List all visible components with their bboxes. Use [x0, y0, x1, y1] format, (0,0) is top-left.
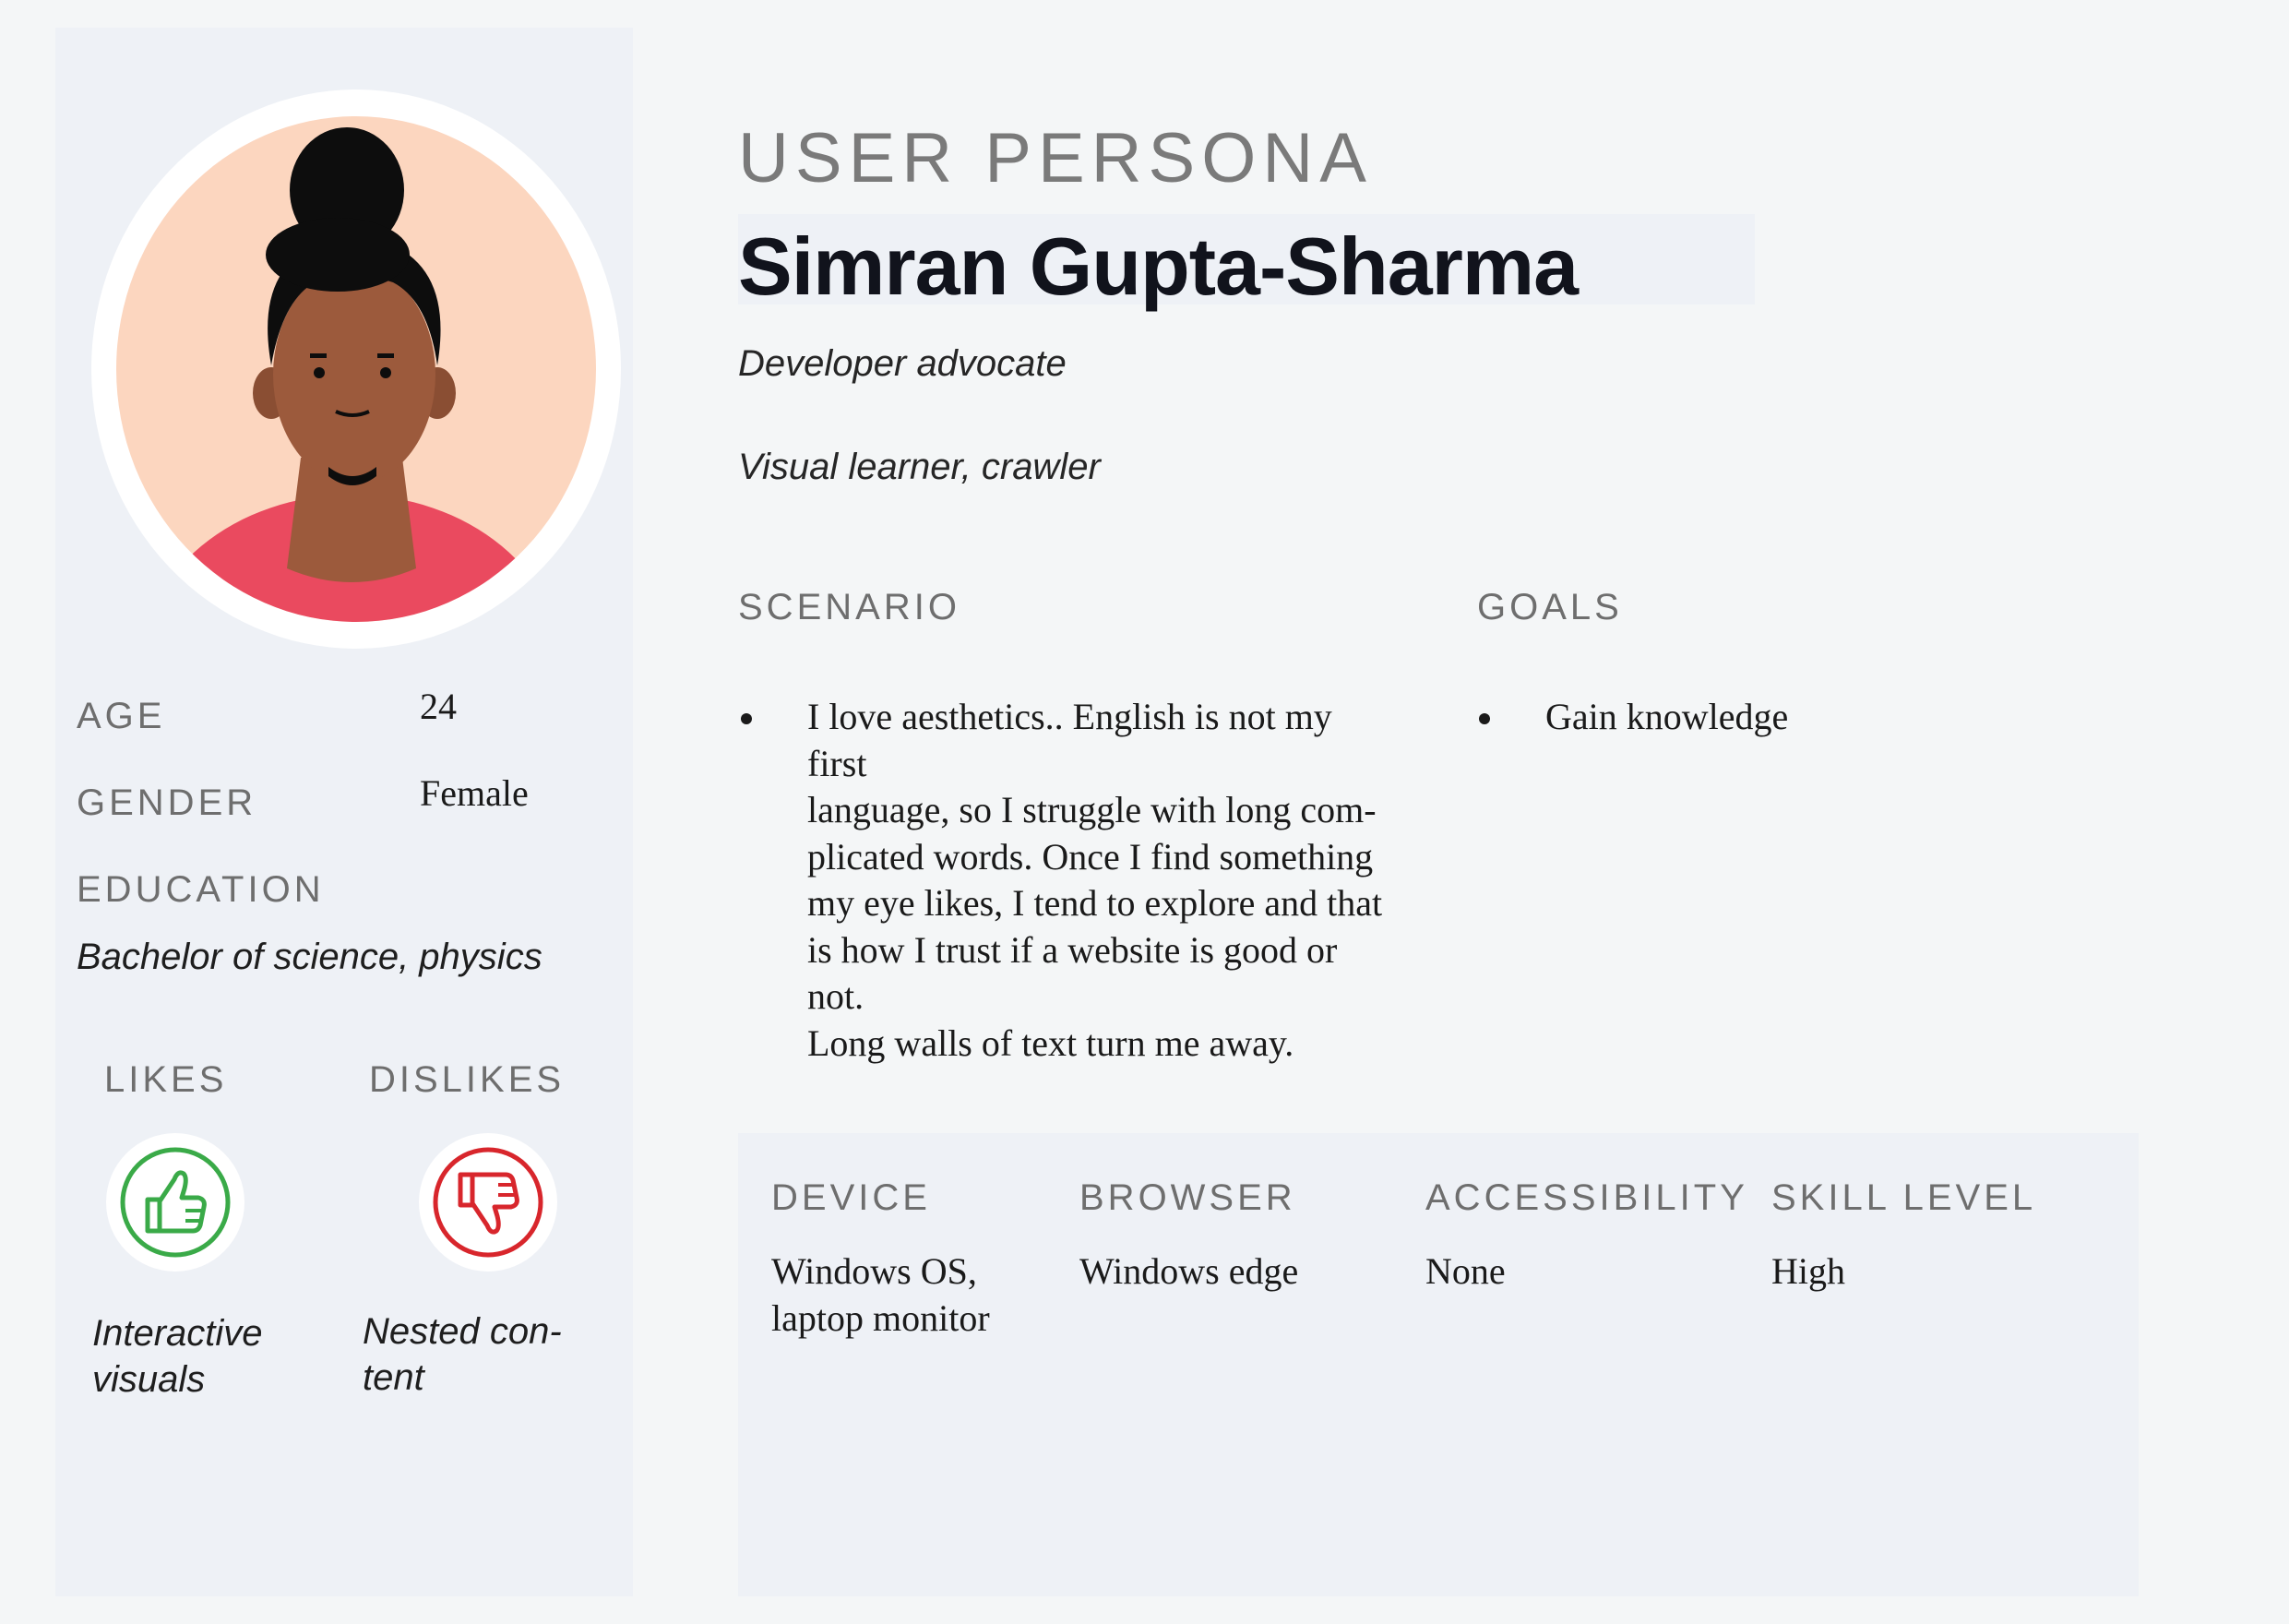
scenario-line: plicated words. Once I find something [807, 835, 1374, 878]
accessibility-value: None [1425, 1250, 1506, 1292]
scenario-line: is how I trust if a website is good or n… [807, 928, 1338, 1018]
gender-value: Female [420, 772, 529, 814]
goals-label: GOALS [1477, 587, 1623, 627]
device-value-line2: laptop monitor [771, 1297, 990, 1339]
scenario-bullet [741, 713, 752, 724]
goals-bullet [1479, 713, 1490, 724]
age-label: AGE [77, 696, 166, 736]
likes-label: LIKES [104, 1059, 228, 1100]
persona-tagline: Visual learner, crawler [738, 447, 1101, 487]
page-eyebrow: USER PERSONA [738, 119, 1373, 197]
scenario-line: my eye likes, I tend to explore and that [807, 882, 1383, 924]
persona-role: Developer advocate [738, 343, 1067, 384]
scenario-line: language, so I struggle with long com- [807, 789, 1377, 830]
thumbs-up-icon [120, 1147, 231, 1258]
education-value: Bachelor of science, physics [77, 937, 542, 977]
thumbs-down-icon [433, 1147, 543, 1258]
skill-level-value: High [1771, 1250, 1845, 1292]
age-value: 24 [420, 686, 457, 727]
dislikes-label: DISLIKES [369, 1059, 566, 1100]
dislikes-badge [419, 1133, 557, 1272]
browser-value: Windows edge [1079, 1250, 1299, 1292]
browser-label: BROWSER [1079, 1177, 1296, 1218]
dislikes-value-line1: Nested con- [363, 1311, 562, 1352]
persona-name: Simran Gupta-Sharma [738, 221, 1579, 312]
likes-badge [106, 1133, 244, 1272]
gender-label: GENDER [77, 782, 257, 823]
scenario-label: SCENARIO [738, 587, 960, 627]
scenario-line: Long walls of text turn me away. [807, 1021, 1294, 1064]
avatar [116, 116, 596, 622]
accessibility-label: ACCESSIBILITY [1425, 1177, 1748, 1218]
scenario-text: I love aesthetics.. English is not my fi… [807, 694, 1398, 1067]
likes-value-line1: Interactive [92, 1313, 263, 1354]
likes-value-line2: visuals [92, 1359, 206, 1400]
skill-level-label: SKILL LEVEL [1771, 1177, 2037, 1218]
education-label: EDUCATION [77, 869, 325, 910]
avatar-illustration [147, 127, 556, 622]
dislikes-value-line2: tent [363, 1357, 424, 1398]
scenario-line: I love aesthetics.. English is not my fi… [807, 696, 1332, 784]
device-label: DEVICE [771, 1177, 931, 1218]
goals-item: Gain knowledge [1545, 696, 1789, 737]
device-value-line1: Windows OS, [771, 1250, 977, 1292]
